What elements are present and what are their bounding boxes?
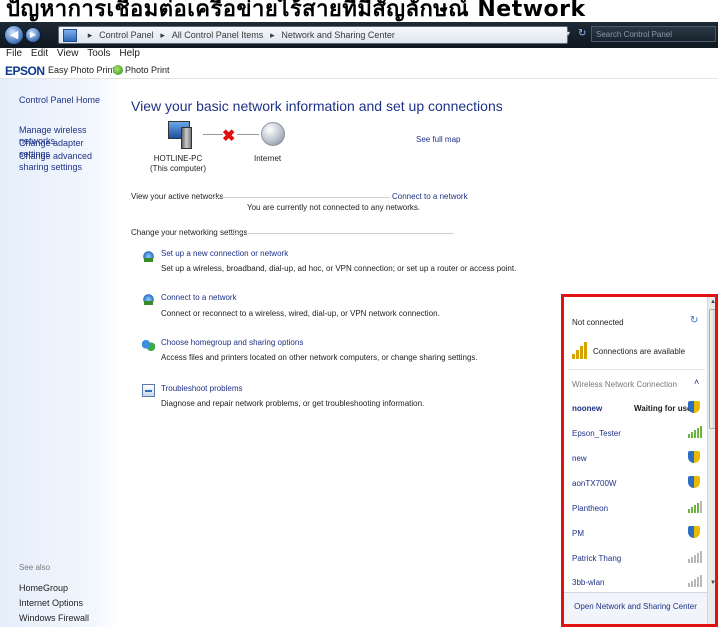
popup-scrollbar[interactable]: ▲ ▼ (707, 297, 715, 624)
change-sharing-link[interactable]: Change advanced sharing settings (19, 151, 114, 173)
control-panel-home-link[interactable]: Control Panel Home (19, 95, 114, 106)
task-troubleshoot-desc: Diagnose and repair network problems, or… (161, 399, 425, 408)
connection-status: Not connected (572, 318, 624, 327)
homegroup-icon (142, 339, 155, 352)
back-button[interactable]: ◀ (4, 25, 24, 45)
connect-to-network-link[interactable]: Connect to a network (392, 192, 468, 201)
internet-options-link[interactable]: Internet Options (19, 598, 83, 608)
homegroup-link[interactable]: HomeGroup (19, 583, 68, 593)
crumb-network-sharing[interactable]: Network and Sharing Center (281, 30, 395, 40)
forward-button[interactable]: ▶ (25, 27, 41, 43)
task-homegroup-link[interactable]: Choose homegroup and sharing options (161, 338, 303, 347)
see-also-label: See also (19, 563, 51, 572)
refresh-icon[interactable]: ↻ (578, 26, 592, 42)
refresh-icon[interactable]: ↻ (690, 315, 698, 326)
chevron-right-icon: ▸ (87, 30, 93, 40)
network-item[interactable]: Patrick Thang (572, 554, 621, 563)
crumb-control-panel[interactable]: Control Panel (99, 30, 154, 40)
signal-strength-icon (688, 501, 702, 513)
computer-name: HOTLINE-PC (153, 154, 203, 163)
secured-network-icon (688, 401, 700, 413)
menu-file[interactable]: File (6, 48, 22, 59)
task-setup-connection-desc: Set up a wireless, broadband, dial-up, a… (161, 264, 517, 273)
chevron-right-icon: ▸ (160, 30, 165, 40)
network-item[interactable]: PM (572, 529, 584, 538)
control-panel-icon (63, 29, 77, 42)
divider (568, 369, 705, 370)
easy-photo-print-menu[interactable]: Easy Photo Print ▾ (48, 65, 122, 76)
epson-logo: EPSON (5, 64, 45, 78)
task-connect-desc: Connect or reconnect to a wireless, wire… (161, 309, 440, 318)
internet-label: Internet (254, 154, 282, 163)
internet-globe-icon (261, 122, 285, 146)
windows-firewall-link[interactable]: Windows Firewall (19, 613, 89, 623)
address-dropdown-icon[interactable]: ▾ (566, 26, 576, 42)
computer-icon (168, 121, 192, 149)
signal-strength-icon (688, 575, 702, 587)
connection-line (203, 134, 223, 135)
popup-footer: Open Network and Sharing Center (564, 593, 707, 624)
page-title: View your basic network information and … (131, 98, 503, 114)
address-field[interactable]: ▸ Control Panel ▸ All Control Panel Item… (58, 26, 568, 44)
signal-available-icon (572, 341, 590, 359)
search-input[interactable]: Search Control Panel (591, 26, 716, 42)
scroll-thumb[interactable] (709, 309, 715, 429)
connect-network-icon (142, 293, 155, 306)
connection-line (237, 134, 259, 135)
menu-tools[interactable]: Tools (87, 48, 110, 59)
signal-strength-icon (688, 551, 702, 563)
left-pane: Control Panel Home Manage wireless netwo… (0, 79, 120, 627)
connections-available-text: Connections are available (593, 347, 686, 356)
scroll-up-icon[interactable]: ▲ (710, 299, 715, 305)
open-sharing-center-link[interactable]: Open Network and Sharing Center (564, 602, 707, 611)
wireless-popup: Not connected ↻ Connections are availabl… (561, 294, 718, 627)
task-setup-connection-link[interactable]: Set up a new connection or network (161, 249, 288, 258)
network-item[interactable]: Epson_Tester (572, 429, 621, 438)
secured-network-icon (688, 451, 700, 463)
network-item[interactable]: noonew (572, 404, 602, 413)
task-connect-link[interactable]: Connect to a network (161, 293, 237, 302)
see-full-map-link[interactable]: See full map (416, 135, 460, 144)
new-connection-icon (142, 250, 155, 263)
scroll-down-icon[interactable]: ▼ (710, 580, 715, 586)
wireless-section-header[interactable]: Wireless Network Connection (572, 380, 677, 389)
epson-toolbar: EPSON Easy Photo Print ▾ Photo Print (0, 63, 718, 79)
menu-edit[interactable]: Edit (31, 48, 48, 59)
chevron-up-icon[interactable]: ˄ (694, 377, 699, 387)
menu-view[interactable]: View (57, 48, 79, 59)
disconnected-x-icon[interactable]: ✖ (222, 126, 235, 146)
troubleshoot-icon (142, 384, 155, 397)
network-item[interactable]: 3bb-wlan (572, 578, 604, 587)
divider (229, 233, 454, 234)
menu-help[interactable]: Help (119, 48, 140, 59)
chevron-right-icon: ▸ (270, 30, 275, 40)
photo-print-button[interactable]: Photo Print (125, 65, 170, 75)
signal-strength-icon (688, 426, 702, 438)
task-troubleshoot-link[interactable]: Troubleshoot problems (161, 384, 243, 393)
task-homegroup-desc: Access files and printers located on oth… (161, 353, 478, 362)
crumb-all-items[interactable]: All Control Panel Items (172, 30, 264, 40)
network-item[interactable]: Plantheon (572, 504, 608, 513)
network-item[interactable]: new (572, 454, 587, 463)
address-bar: ◀ ▶ ▸ Control Panel ▸ All Control Panel … (0, 22, 718, 48)
network-item[interactable]: aonTX700W (572, 479, 616, 488)
secured-network-icon (688, 476, 700, 488)
photo-print-icon (113, 65, 123, 75)
not-connected-message: You are currently not connected to any n… (247, 203, 421, 212)
menu-bar: File Edit View Tools Help (0, 48, 718, 63)
divider (210, 197, 390, 198)
banner: ปัญหาการเชื่อมต่อเครือข่ายไร้สายที่มีสัญ… (0, 0, 718, 22)
computer-sub: (This computer) (149, 164, 206, 173)
secured-network-icon (688, 526, 700, 538)
banner-text: ปัญหาการเชื่อมต่อเครือข่ายไร้สายที่มีสัญ… (6, 0, 586, 22)
